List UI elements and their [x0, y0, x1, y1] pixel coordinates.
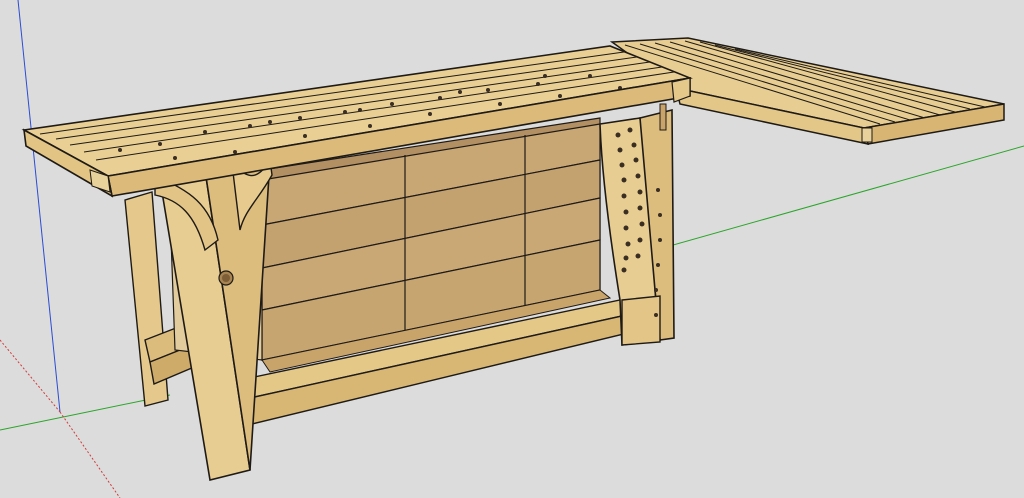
green-axis-far — [619, 145, 1024, 261]
blue-axis — [17, 0, 61, 413]
3d-scene[interactable] — [0, 0, 1024, 498]
leg-slot — [659, 103, 667, 131]
red-axis — [59, 411, 121, 498]
modeling-viewport[interactable] — [0, 0, 1024, 498]
left-front-leg — [154, 157, 273, 481]
red-axis-2 — [0, 339, 61, 413]
extension-joint — [861, 127, 873, 143]
